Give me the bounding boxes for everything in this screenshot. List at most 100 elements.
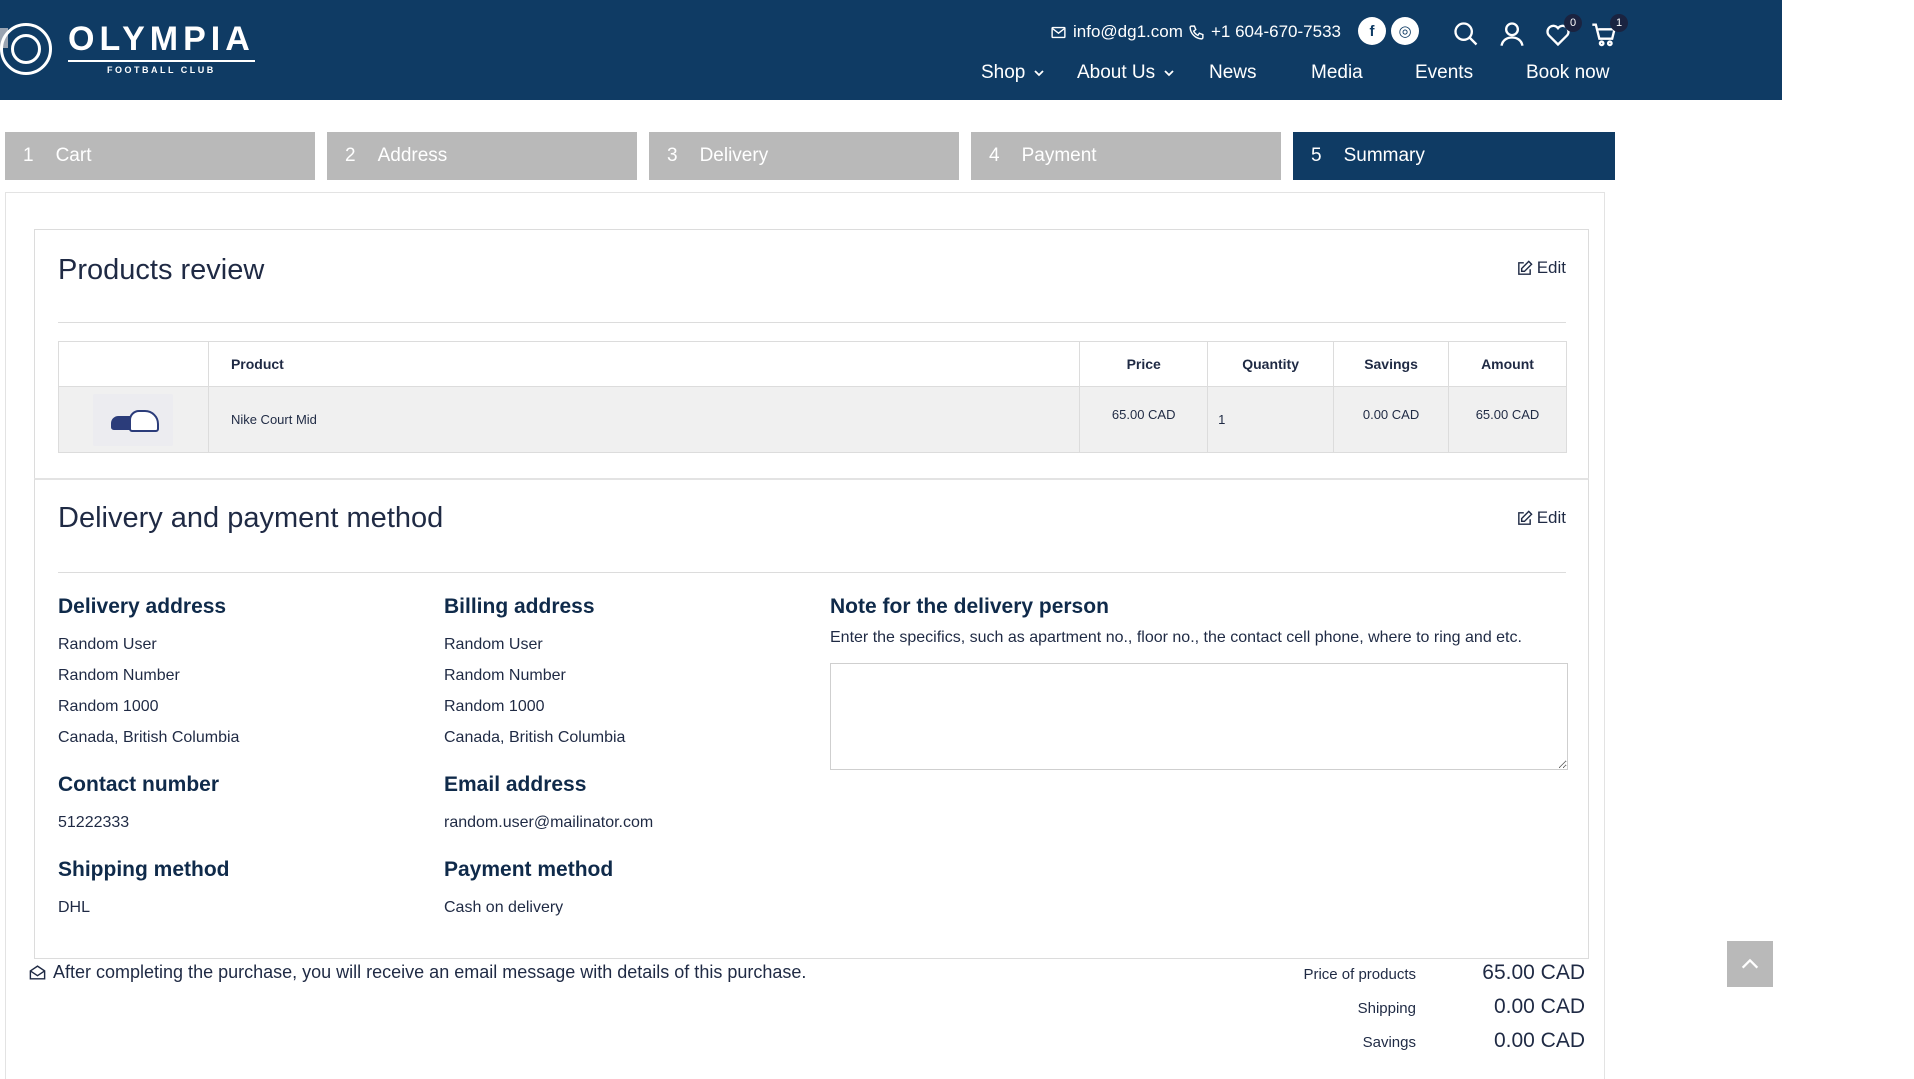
col-amount: Amount — [1448, 341, 1567, 387]
logo-subtitle: FOOTBALL CLUB — [68, 60, 255, 75]
step-label: Summary — [1343, 145, 1425, 166]
products-review-card: Products review Edit Product Price Quant… — [34, 229, 1589, 479]
divider — [58, 572, 1566, 573]
billing-address-line: Random User — [444, 636, 543, 653]
delivery-address-heading: Delivery address — [58, 595, 227, 618]
email-confirmation-note: After completing the purchase, you will … — [28, 962, 806, 983]
step-number: 3 — [667, 145, 678, 166]
wishlist-heart-icon[interactable]: 0 — [1544, 14, 1582, 48]
nav-news[interactable]: News — [1209, 62, 1257, 84]
wishlist-count-badge: 0 — [1564, 14, 1582, 32]
header-phone: +1 604-670-7533 — [1211, 22, 1341, 41]
product-savings: 0.00 CAD — [1333, 386, 1450, 453]
shoe-image[interactable] — [93, 393, 174, 446]
step-address[interactable]: 2 Address — [327, 132, 637, 180]
divider — [58, 322, 1566, 323]
step-summary[interactable]: 5 Summary — [1293, 132, 1615, 180]
facebook-icon[interactable]: f — [1358, 17, 1386, 45]
step-label: Delivery — [699, 145, 769, 166]
col-price: Price — [1079, 341, 1209, 387]
contact-number-value: 51222333 — [58, 814, 130, 831]
step-delivery[interactable]: 3 Delivery — [649, 132, 959, 180]
summary-value-shipping: 0.00 CAD — [1493, 995, 1585, 1018]
step-label: Address — [377, 145, 448, 166]
step-number: 2 — [345, 145, 356, 166]
edit-label: Edit — [1536, 258, 1566, 277]
edit-icon — [1517, 259, 1533, 275]
user-icon[interactable] — [1498, 20, 1526, 48]
billing-address-line: Canada, British Columbia — [444, 729, 626, 746]
summary-label-savings: Savings — [1362, 1034, 1416, 1051]
chevron-down-icon — [1164, 70, 1174, 77]
header-email: info@dg1.com — [1073, 22, 1183, 41]
col-product: Product — [207, 341, 1081, 387]
nav-shop-label: Shop — [981, 62, 1026, 83]
delivery-payment-title: Delivery and payment method — [58, 502, 444, 534]
mail-icon — [1051, 26, 1066, 38]
product-quantity: 1 — [1207, 386, 1335, 453]
delivery-note-heading: Note for the delivery person — [830, 595, 1109, 618]
delivery-address-line: Random User — [58, 636, 157, 653]
step-cart[interactable]: 1 Cart — [5, 132, 315, 180]
chevron-down-icon — [1034, 70, 1045, 77]
billing-address-heading: Billing address — [444, 595, 595, 618]
payment-method-heading: Payment method — [444, 858, 614, 881]
summary-label-shipping: Shipping — [1357, 1000, 1416, 1017]
nav-about-us[interactable]: About Us — [1077, 62, 1175, 84]
table-header-row: Product Price Quantity Savings Amount — [58, 341, 1567, 387]
delivery-address-block: Delivery address Random User Random Numb… — [58, 595, 239, 753]
club-logo[interactable]: OLYMPIA FOOTBALL CLUB — [0, 22, 255, 75]
shipping-method-value: DHL — [58, 899, 91, 916]
scroll-to-top-button[interactable] — [1727, 941, 1773, 987]
summary-value-price: 65.00 CAD — [1482, 961, 1585, 984]
nav-media[interactable]: Media — [1311, 62, 1363, 84]
nav-events[interactable]: Events — [1415, 62, 1473, 84]
step-label: Cart — [55, 145, 92, 166]
payment-method-block: Payment method Cash on delivery — [444, 858, 613, 923]
product-amount: 65.00 CAD — [1448, 386, 1567, 453]
step-label: Payment — [1021, 145, 1097, 166]
delivery-address-line: Random 1000 — [58, 698, 159, 715]
delivery-note-block: Note for the delivery person Enter the s… — [830, 595, 1522, 647]
step-number: 4 — [989, 145, 1000, 166]
col-savings: Savings — [1333, 341, 1450, 387]
delivery-note-textarea[interactable] — [830, 663, 1568, 770]
envelope-open-icon — [29, 965, 46, 980]
email-address-value: random.user@mailinator.com — [444, 814, 654, 831]
site-header: OLYMPIA FOOTBALL CLUB info@dg1.com +1 60… — [0, 0, 1782, 100]
logo-emblem-icon — [0, 22, 52, 75]
cart-count-badge: 1 — [1610, 14, 1628, 32]
payment-method-value: Cash on delivery — [444, 899, 564, 916]
contact-number-block: Contact number 51222333 — [58, 773, 219, 838]
delivery-note-hint: Enter the specifics, such as apartment n… — [830, 629, 1522, 646]
step-number: 5 — [1311, 145, 1322, 166]
products-table: Product Price Quantity Savings Amount Ni… — [58, 341, 1567, 453]
delivery-edit-link[interactable]: Edit — [1516, 508, 1566, 528]
products-edit-link[interactable]: Edit — [1516, 258, 1566, 278]
logo-name: OLYMPIA — [68, 20, 255, 58]
product-name[interactable]: Nike Court Mid — [207, 386, 1081, 453]
summary-label-price: Price of products — [1303, 966, 1416, 983]
products-review-title: Products review — [58, 254, 265, 286]
instagram-icon[interactable]: ◎ — [1391, 17, 1419, 45]
step-payment[interactable]: 4 Payment — [971, 132, 1281, 180]
col-image — [58, 341, 209, 387]
phone-icon — [1189, 24, 1204, 40]
product-price: 65.00 CAD — [1079, 386, 1209, 453]
shipping-method-heading: Shipping method — [58, 858, 230, 881]
search-icon[interactable] — [1452, 20, 1480, 48]
cart-icon[interactable]: 1 — [1590, 14, 1628, 48]
billing-address-line: Random 1000 — [444, 698, 545, 715]
product-image-cell — [58, 386, 209, 453]
nav-shop[interactable]: Shop — [981, 62, 1045, 84]
delivery-address-line: Random Number — [58, 667, 180, 684]
edit-icon — [1517, 509, 1533, 525]
nav-book-now[interactable]: Book now — [1526, 62, 1609, 84]
edit-label: Edit — [1536, 508, 1566, 527]
nav-about-us-label: About Us — [1077, 62, 1156, 83]
email-address-block: Email address random.user@mailinator.com — [444, 773, 653, 838]
billing-address-block: Billing address Random User Random Numbe… — [444, 595, 625, 753]
header-email-link[interactable]: info@dg1.com — [1050, 22, 1183, 42]
header-phone-link[interactable]: +1 604-670-7533 — [1188, 22, 1341, 42]
email-address-heading: Email address — [444, 773, 587, 796]
